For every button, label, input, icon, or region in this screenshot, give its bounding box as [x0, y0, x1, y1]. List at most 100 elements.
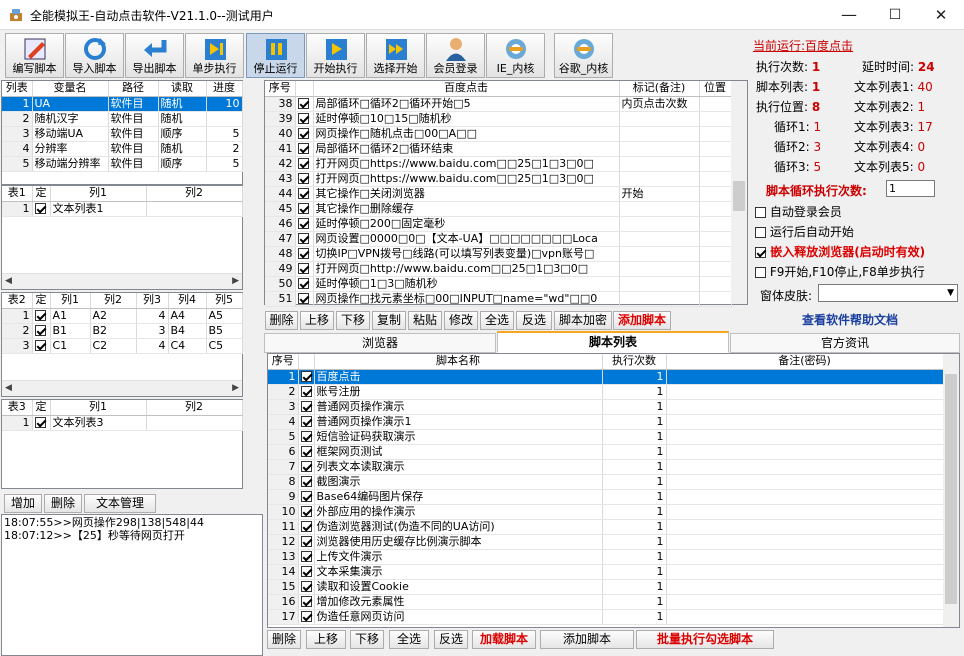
table-row[interactable]: 38 局部循环□循环2□循环开始□5 内页点击次数	[265, 96, 732, 112]
table-row[interactable]: 1 文本列表1	[2, 201, 243, 217]
column-header[interactable]: 表1	[2, 186, 33, 202]
toolbar-button-1[interactable]: 编写脚本	[5, 33, 64, 78]
row-checkbox[interactable]	[297, 278, 309, 289]
table-row[interactable]: 4 普通网页操作演示1 1	[268, 414, 944, 430]
table-row[interactable]: 48 切换IP□VPN拨号□线路(可以填写列表变量)□vpn账号□	[265, 246, 732, 262]
column-header[interactable]: 标记(备注)	[619, 81, 700, 97]
tab-2[interactable]: 脚本列表	[497, 331, 729, 353]
column-header[interactable]: 列4	[168, 293, 207, 309]
table-row[interactable]: 10 外部应用的操作演示 1	[268, 504, 944, 520]
column-header[interactable]: 序号	[265, 81, 296, 97]
row-checkbox[interactable]	[300, 476, 312, 487]
column-header[interactable]: 执行次数	[602, 354, 667, 370]
row-checkbox[interactable]	[297, 203, 309, 214]
table-row[interactable]: 42 打开网页□https://www.baidu.com□□25□1□3□0□	[265, 156, 732, 172]
toolbar-button-9[interactable]: IE_内核	[486, 33, 545, 78]
table-row[interactable]: 39 延时停顿□10□15□随机秒	[265, 111, 732, 127]
hotkeys-checkbox[interactable]: F9开始,F10停止,F8单步执行	[755, 263, 925, 280]
row-checkbox[interactable]	[297, 248, 309, 259]
table-row[interactable]: 1 百度点击 1	[268, 369, 944, 385]
column-header[interactable]: 读取	[158, 81, 207, 97]
script-list-button-5[interactable]: 反选	[434, 630, 468, 649]
table-row[interactable]: 8 截图演示 1	[268, 474, 944, 490]
column-header[interactable]: 表2	[2, 293, 33, 309]
table-row[interactable]: 15 读取和设置Cookie 1	[268, 579, 944, 595]
table-row[interactable]: 47 网页设置□0000□0□【文本-UA】□□□□□□□□Loca	[265, 231, 732, 247]
column-header[interactable]: 列2	[146, 400, 243, 416]
column-header[interactable]: 序号	[268, 354, 299, 370]
column-header[interactable]: 定	[32, 400, 51, 416]
column-header[interactable]: 路径	[108, 81, 159, 97]
table-row[interactable]: 7 列表文本读取演示 1	[268, 459, 944, 475]
table-row[interactable]: 46 延时停顿□200□固定毫秒	[265, 216, 732, 232]
column-header[interactable]: 百度点击	[313, 81, 620, 97]
table-row[interactable]: 44 其它操作□关闭浏览器 开始	[265, 186, 732, 202]
script-edit-button-7[interactable]: 全选	[480, 311, 514, 330]
script-edit-button-1[interactable]: 删除	[265, 311, 298, 330]
script-list-button-7[interactable]: 添加脚本	[540, 630, 634, 649]
script-edit-button-8[interactable]: 反选	[516, 311, 552, 330]
loop-count-input[interactable]: 1	[886, 180, 935, 197]
table-row[interactable]: 2 随机汉字 软件目 随机	[2, 111, 243, 127]
script-list-button-8[interactable]: 批量执行勾选脚本	[636, 630, 774, 649]
row-checkbox[interactable]	[34, 417, 46, 428]
table-row[interactable]: 50 延时停顿□1□3□随机秒	[265, 276, 732, 292]
row-checkbox[interactable]	[300, 581, 312, 592]
tab-1[interactable]: 浏览器	[264, 333, 496, 353]
table-row[interactable]: 41 局部循环□循环2□循环结束	[265, 141, 732, 157]
script-edit-button-5[interactable]: 粘贴	[408, 311, 442, 330]
table-row[interactable]: 13 上传文件演示 1	[268, 549, 944, 565]
text-manage-button[interactable]: 文本管理	[84, 494, 156, 513]
column-header[interactable]: 变量名	[32, 81, 109, 97]
table-row[interactable]: 3 C1 C2 4 C4 C5	[2, 338, 243, 354]
toolbar-button-2[interactable]: 导入脚本	[65, 33, 124, 78]
script-list-button-2[interactable]: 上移	[306, 630, 346, 649]
row-checkbox[interactable]	[300, 566, 312, 577]
column-header[interactable]: 进度	[206, 81, 243, 97]
row-checkbox[interactable]	[297, 188, 309, 199]
table2-hscroll[interactable]: ◀ ▶	[2, 380, 242, 396]
toolbar-button-10[interactable]: 谷歌_内核	[554, 33, 613, 78]
table-row[interactable]: 1 UA 软件目 随机 10	[2, 96, 243, 112]
minimize-button[interactable]: —	[826, 0, 872, 30]
row-checkbox[interactable]	[297, 218, 309, 229]
row-checkbox[interactable]	[34, 310, 46, 321]
script-edit-button-10[interactable]: 添加脚本	[613, 311, 671, 330]
column-header[interactable]: 备注(密码)	[666, 354, 944, 370]
table-row[interactable]: 51 网页操作□找元素坐标□00□INPUT□name="wd"□□0	[265, 291, 732, 307]
table-row[interactable]: 43 打开网页□https://www.baidu.com□□25□1□3□0□	[265, 171, 732, 187]
row-checkbox[interactable]	[297, 233, 309, 244]
row-checkbox[interactable]	[300, 506, 312, 517]
row-checkbox[interactable]	[300, 551, 312, 562]
table-row[interactable]: 4 分辨率 软件目 随机 2	[2, 141, 243, 157]
column-header[interactable]: 列2	[90, 293, 137, 309]
column-header[interactable]: 定	[32, 293, 51, 309]
table-row[interactable]: 1 A1 A2 4 A4 A5	[2, 308, 243, 324]
table-row[interactable]: 2 账号注册 1	[268, 384, 944, 400]
table-row[interactable]: 1 文本列表3	[2, 415, 243, 431]
script-edit-button-9[interactable]: 脚本加密	[554, 311, 612, 330]
script-list-button-6[interactable]: 加载脚本	[472, 630, 536, 649]
table-row[interactable]: 14 文本采集演示 1	[268, 564, 944, 580]
row-checkbox[interactable]	[297, 98, 309, 109]
row-checkbox[interactable]	[300, 371, 312, 382]
toolbar-button-8[interactable]: 会员登录	[426, 33, 485, 78]
row-checkbox[interactable]	[300, 461, 312, 472]
column-header[interactable]: 定	[32, 186, 51, 202]
column-header[interactable]: 列3	[136, 293, 169, 309]
embed-browser-checkbox[interactable]: 嵌入释放浏览器(启动时有效)	[755, 243, 925, 260]
column-header[interactable]: 列1	[50, 293, 91, 309]
row-checkbox[interactable]	[297, 173, 309, 184]
row-checkbox[interactable]	[297, 293, 309, 304]
toolbar-button-4[interactable]: 单步执行	[185, 33, 244, 78]
table-row[interactable]: 40 网页操作□随机点击□00□A□□	[265, 126, 732, 142]
auto-login-checkbox[interactable]: 自动登录会员	[755, 203, 842, 220]
script-list-vscroll[interactable]	[943, 354, 959, 627]
row-checkbox[interactable]	[300, 521, 312, 532]
row-checkbox[interactable]	[297, 158, 309, 169]
row-checkbox[interactable]	[300, 596, 312, 607]
table-row[interactable]: 5 短信验证码获取演示 1	[268, 429, 944, 445]
row-checkbox[interactable]	[300, 431, 312, 442]
row-checkbox[interactable]	[34, 325, 46, 336]
help-link[interactable]: 查看软件帮助文档	[802, 311, 898, 328]
